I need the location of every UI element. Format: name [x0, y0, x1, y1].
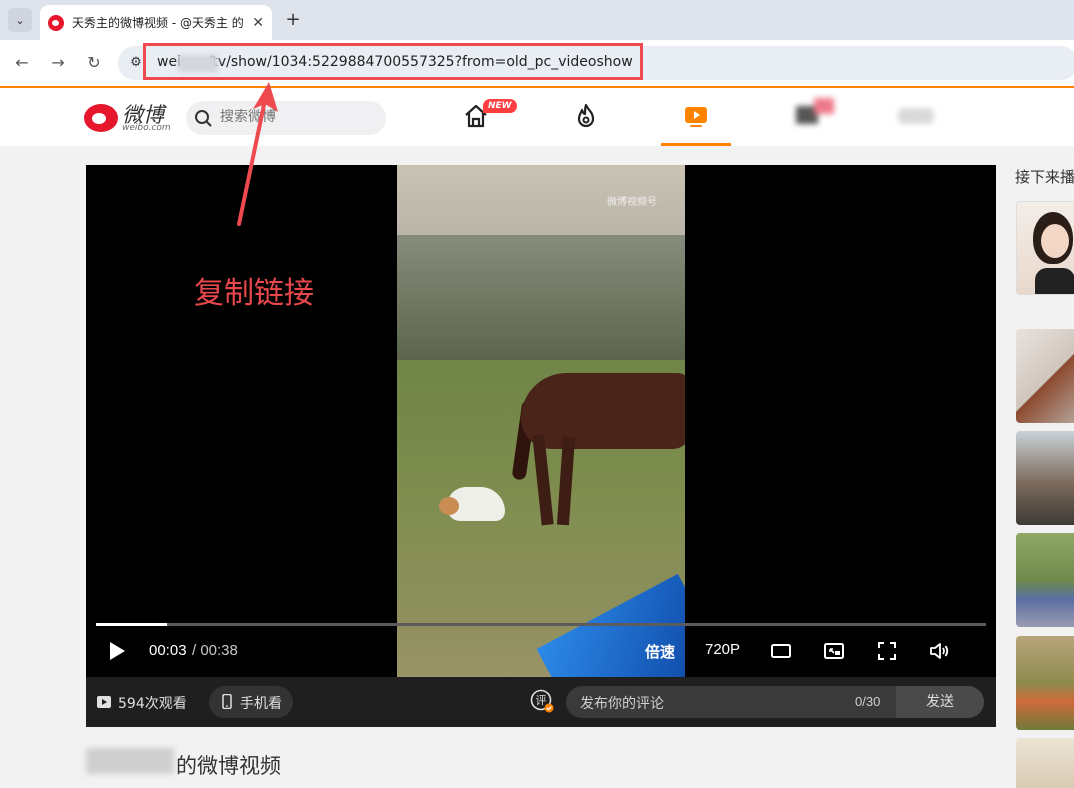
up-next-thumbnail[interactable]	[1016, 329, 1074, 423]
thumbnail-shirt	[1035, 268, 1074, 294]
svg-text:评: 评	[536, 694, 547, 707]
total-time: / 00:38	[192, 642, 238, 659]
forward-button[interactable]: →	[46, 51, 70, 75]
play-button-icon[interactable]	[106, 640, 128, 662]
picture-in-picture-icon[interactable]	[823, 640, 845, 662]
active-tab-underline	[661, 143, 731, 146]
view-count: 594次观看	[118, 696, 187, 712]
tab-title: 天秀主的微博视频 - @天秀主 的	[72, 16, 244, 30]
hot-flame-icon[interactable]	[572, 102, 600, 130]
uploader-name-redaction	[86, 748, 174, 774]
quality-button[interactable]: 720P	[705, 641, 740, 658]
back-button[interactable]: ←	[10, 51, 34, 75]
views-play-icon	[97, 696, 111, 708]
comment-char-count: 0/30	[855, 694, 881, 709]
user-avatar-blurred[interactable]	[898, 108, 934, 124]
video-page-title: 的微博视频	[176, 754, 281, 778]
watch-on-mobile-label[interactable]: 手机看	[240, 693, 282, 713]
video-dog-head	[439, 497, 459, 515]
up-next-heading: 接下来播	[1015, 168, 1074, 186]
up-next-thumbnail[interactable]	[1016, 636, 1074, 730]
message-icon-blurred[interactable]	[796, 98, 836, 128]
url-highlight-box	[143, 43, 643, 80]
chevron-down-icon: ⌄	[15, 13, 25, 27]
playback-speed-button[interactable]: 倍速	[645, 641, 675, 662]
up-next-thumbnail[interactable]	[1016, 431, 1074, 525]
reload-button[interactable]: ↻	[82, 51, 106, 75]
comment-icon[interactable]: 评	[530, 689, 554, 713]
video-watermark: 微博视频号	[607, 197, 657, 208]
mobile-phone-icon	[222, 694, 232, 709]
theater-mode-icon[interactable]	[770, 640, 792, 662]
new-tab-button[interactable]: +	[282, 9, 304, 31]
close-tab-icon[interactable]: ✕	[252, 15, 264, 31]
current-time: 00:03	[149, 642, 187, 659]
fullscreen-icon[interactable]	[876, 640, 898, 662]
annotation-arrow-icon	[237, 82, 278, 226]
weibo-favicon-icon	[48, 14, 64, 31]
comment-placeholder[interactable]: 发布你的评论	[580, 693, 664, 713]
thumbnail-face	[1041, 224, 1069, 258]
progress-bar-fill	[96, 623, 167, 626]
weibo-logo-subtext: weibo.com	[122, 123, 171, 133]
weibo-logo-icon[interactable]	[84, 104, 118, 132]
tab-search-dropdown-button[interactable]: ⌄	[8, 8, 32, 32]
video-frame[interactable]: 微博视频号	[397, 165, 685, 677]
up-next-thumbnail[interactable]	[1016, 201, 1074, 295]
annotation-label: 复制链接	[194, 276, 314, 311]
browser-tab-active[interactable]: 天秀主的微博视频 - @天秀主 的 ✕	[40, 5, 272, 40]
video-tab-icon[interactable]	[682, 102, 710, 130]
search-icon	[195, 110, 212, 127]
send-comment-button[interactable]: 发送	[896, 686, 984, 718]
video-trees	[397, 235, 685, 365]
up-next-thumbnail[interactable]	[1016, 738, 1074, 788]
progress-bar[interactable]	[96, 623, 986, 626]
video-horse	[521, 373, 685, 449]
new-badge: NEW	[483, 99, 517, 113]
volume-icon[interactable]	[928, 640, 950, 662]
up-next-thumbnail[interactable]	[1016, 533, 1074, 627]
